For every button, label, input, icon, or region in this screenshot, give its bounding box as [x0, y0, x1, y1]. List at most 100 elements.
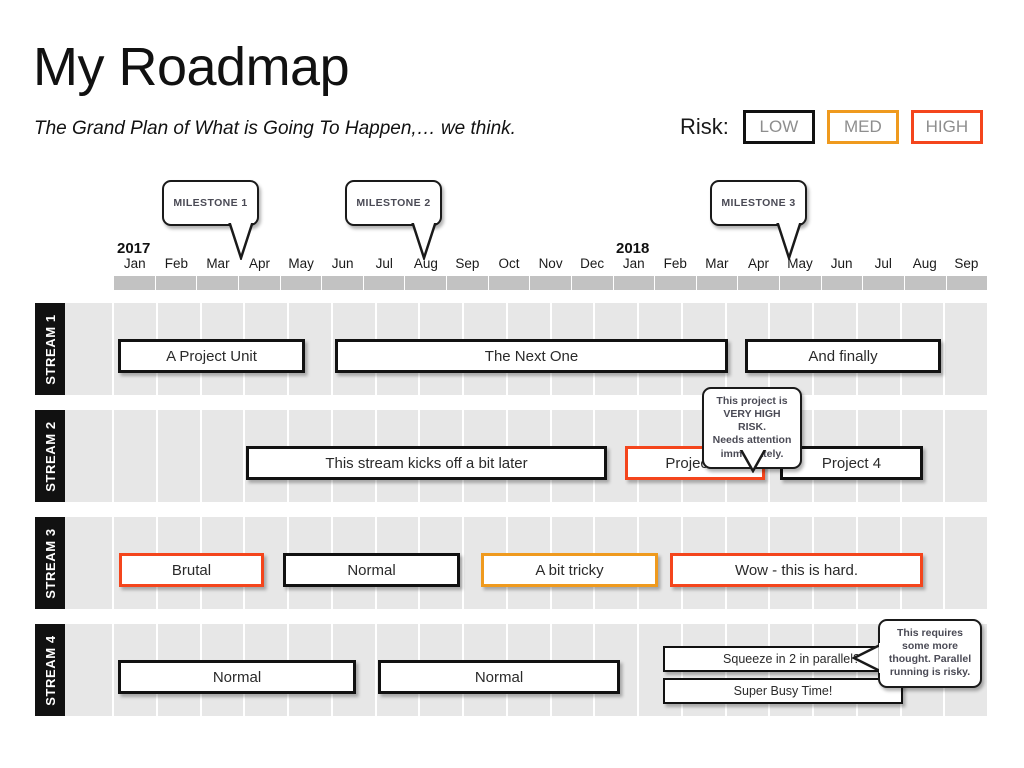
year-label-2017: 2017: [117, 240, 151, 257]
timeline-segment: [697, 276, 739, 290]
grid-cell: [65, 624, 114, 716]
month-tick: Apr: [249, 256, 271, 271]
project-bar[interactable]: Wow - this is hard.: [670, 553, 923, 587]
project-bar[interactable]: And finally: [745, 339, 941, 373]
timeline-segment: [489, 276, 531, 290]
stream-label-1: STREAM 1: [35, 303, 65, 395]
note-line: This project is: [716, 395, 788, 407]
timeline-segment: [572, 276, 614, 290]
project-bar[interactable]: Normal: [283, 553, 460, 587]
page-title: My Roadmap: [33, 37, 350, 97]
month-tick: Apr: [747, 256, 769, 271]
timeline-header-bar: [114, 276, 987, 290]
timeline-segment: [405, 276, 447, 290]
timeline-segment: [905, 276, 947, 290]
stream-label-1-text: STREAM 1: [42, 313, 58, 385]
grid-cell: [65, 410, 114, 502]
note-parallel-bubble: This requires some more thought. Paralle…: [878, 619, 982, 688]
risk-legend: Risk: LOW MED HIGH: [680, 110, 983, 144]
milestone-1[interactable]: MILESTONE 1: [162, 180, 259, 263]
timeline-segment: [655, 276, 697, 290]
milestone-2-tail: [410, 219, 438, 263]
project-bar[interactable]: A Project Unit: [118, 339, 305, 373]
month-tick: Aug: [912, 256, 937, 271]
month-tick: May: [288, 256, 314, 271]
timeline-segment: [114, 276, 156, 290]
grid-cell: [202, 410, 246, 502]
timeline-segment: [197, 276, 239, 290]
month-tick: Jul: [375, 256, 393, 271]
note-parallel-tail: [851, 642, 882, 678]
stream-row-3: STREAM 3 Brutal Normal A bit tricky Wow …: [35, 517, 987, 609]
risk-chip-high[interactable]: HIGH: [910, 110, 983, 144]
month-tick: Aug: [413, 256, 438, 271]
risk-legend-label: Risk:: [680, 114, 729, 139]
month-tick-row: Jan Feb Mar Apr May Jun Jul Aug Sep Oct …: [114, 256, 987, 271]
timeline-segment: [364, 276, 406, 290]
grid-cell: [945, 303, 987, 395]
project-bar[interactable]: Normal: [378, 660, 620, 694]
stream-label-2: STREAM 2: [35, 410, 65, 502]
stream-label-3: STREAM 3: [35, 517, 65, 609]
timeline-segment: [780, 276, 822, 290]
risk-chip-low[interactable]: LOW: [742, 110, 815, 144]
stream-row-4: STREAM 4 Normal Normal Squeeze in 2 in p…: [35, 624, 987, 716]
month-tick: Nov: [538, 256, 563, 271]
note-project-3-tail: [737, 446, 769, 478]
month-tick: May: [787, 256, 813, 271]
note-parallel[interactable]: This requires some more thought. Paralle…: [851, 619, 982, 688]
risk-chip-med[interactable]: MED: [826, 110, 899, 144]
stream-row-1: STREAM 1 A Project Unit The Next One And…: [35, 303, 987, 395]
timeline-segment: [239, 276, 281, 290]
stream-label-2-text: STREAM 2: [42, 420, 58, 492]
timeline-segment: [156, 276, 198, 290]
month-tick: Mar: [206, 256, 230, 271]
month-tick: Dec: [580, 256, 605, 271]
grid-cell: [65, 303, 114, 395]
page-subtitle: The Grand Plan of What is Going To Happe…: [34, 118, 516, 139]
month-tick: Mar: [705, 256, 729, 271]
project-bar[interactable]: The Next One: [335, 339, 728, 373]
timeline-segment: [863, 276, 905, 290]
month-tick: Feb: [164, 256, 188, 271]
note-line: some more: [901, 640, 959, 653]
grid-cell: [65, 517, 114, 609]
milestone-2[interactable]: MILESTONE 2: [345, 180, 442, 263]
grid-cell: [945, 410, 987, 502]
project-bar[interactable]: Super Busy Time!: [663, 678, 903, 704]
project-bar[interactable]: Normal: [118, 660, 356, 694]
timeline-segment: [322, 276, 364, 290]
note-line: This requires: [897, 627, 963, 639]
stream-label-4: STREAM 4: [35, 624, 65, 716]
month-tick: Jan: [123, 256, 146, 271]
timeline-segment: [822, 276, 864, 290]
month-tick: Oct: [498, 256, 520, 271]
note-line: Needs attention: [712, 434, 792, 447]
month-tick: Sep: [455, 256, 480, 271]
month-tick: Feb: [663, 256, 687, 271]
timeline-segment: [947, 276, 988, 290]
note-line: thought. Parallel: [888, 653, 972, 666]
month-tick: Sep: [954, 256, 979, 271]
year-label-2018: 2018: [616, 240, 650, 257]
note-line: running is risky.: [889, 666, 971, 679]
project-bar[interactable]: Brutal: [119, 553, 264, 587]
timeline-segment: [281, 276, 323, 290]
stream-label-4-text: STREAM 4: [42, 634, 58, 706]
month-tick: Jan: [622, 256, 645, 271]
timeline-segment: [614, 276, 656, 290]
milestone-3[interactable]: MILESTONE 3: [710, 180, 807, 263]
milestone-3-tail: [775, 219, 803, 263]
stream-row-2: STREAM 2 This stream kicks off a bit lat…: [35, 410, 987, 502]
grid-cell: [945, 517, 987, 609]
note-project-3[interactable]: This project is VERY HIGH RISK. Needs at…: [702, 387, 802, 474]
milestone-1-tail: [227, 219, 255, 263]
note-line: VERY HIGH RISK.: [723, 408, 781, 434]
stream-label-3-text: STREAM 3: [42, 527, 58, 599]
timeline-segment: [447, 276, 489, 290]
month-tick: Jun: [331, 256, 354, 271]
project-bar[interactable]: This stream kicks off a bit later: [246, 446, 607, 480]
project-bar[interactable]: A bit tricky: [481, 553, 658, 587]
month-tick: Jul: [874, 256, 892, 271]
timeline-segment: [738, 276, 780, 290]
